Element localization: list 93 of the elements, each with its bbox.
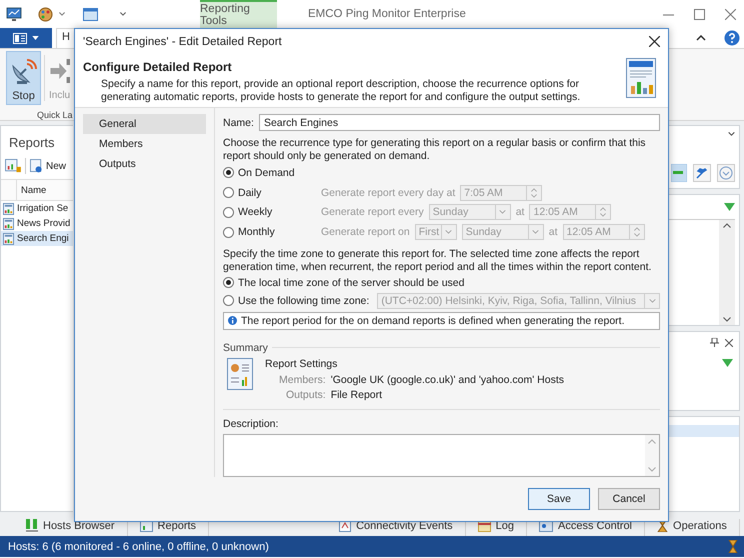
scrollbar[interactable] (719, 220, 735, 325)
close-icon[interactable] (725, 338, 733, 346)
field-label: Description: (223, 418, 280, 430)
report-icon (227, 358, 253, 390)
pin-icon[interactable] (693, 164, 711, 182)
info-text: The report period for the on demand reports is defined when generating the report. (241, 314, 624, 327)
dialog-title: 'Search Engines' - Edit Detailed Report (83, 36, 282, 48)
report-icon (3, 202, 14, 214)
ribbon-tab[interactable]: H (56, 28, 76, 48)
report-icon (3, 218, 14, 230)
radio-label[interactable]: Use the following time zone: (238, 294, 370, 307)
triangle-icon[interactable] (722, 359, 733, 367)
report-row[interactable]: Irrigation Se (1, 201, 73, 216)
close-icon[interactable] (649, 36, 660, 47)
summary-label: Members: (279, 374, 326, 386)
triangle-icon[interactable] (724, 203, 735, 211)
spin-up-icon[interactable] (600, 207, 606, 212)
pin-icon[interactable] (710, 338, 719, 347)
customize-caret-icon (120, 12, 126, 16)
field-label: Name: (223, 116, 254, 128)
scroll-up-icon[interactable] (723, 223, 731, 228)
summary-label: Outputs: (284, 388, 326, 401)
report-icon (626, 58, 656, 98)
ribbon-button[interactable]: Stop (6, 51, 41, 105)
dropdown-caret-icon[interactable] (648, 298, 656, 303)
dropdown-caret-icon (59, 12, 65, 16)
field-label: Generate report on (321, 226, 410, 238)
toolbar-icon[interactable] (671, 164, 687, 182)
maximize-icon[interactable] (694, 8, 705, 20)
field-label: at (548, 226, 558, 238)
spin-down-icon[interactable] (634, 233, 640, 238)
spin-down-icon[interactable] (600, 213, 606, 218)
help-icon[interactable] (724, 30, 740, 46)
field-label: Generate report every day at (321, 186, 456, 199)
nav-item[interactable]: General (83, 114, 206, 134)
radio-button[interactable] (223, 226, 234, 238)
name-field[interactable]: Search Engines (258, 114, 660, 131)
section-title: Summary (223, 342, 268, 354)
recurrence-text: Choose the recurrence type for generating this report on a regular basis or confirm that this report should only be generated on demand. (223, 137, 647, 163)
radio-label[interactable]: Monthly (238, 226, 275, 238)
dropdown-caret-icon (32, 36, 39, 40)
toolbar-button-label[interactable]: New (46, 160, 66, 172)
window-icon[interactable] (83, 8, 98, 20)
panel-menu-icon (728, 132, 735, 136)
context-tab[interactable]: Reporting Tools (200, 0, 277, 28)
dropdown-caret-icon[interactable] (499, 210, 506, 214)
dialog-button[interactable]: Save (528, 488, 590, 510)
radio-label[interactable]: On Demand (238, 166, 295, 179)
scroll-down-icon[interactable] (723, 317, 731, 322)
summary-value: 'Google UK (google.co.uk)' and 'yahoo.com' Hosts (330, 374, 564, 386)
dialog-button[interactable]: Cancel (598, 488, 660, 510)
generate-report-icon[interactable] (5, 159, 21, 173)
status-text: Hosts: 6 (6 monitored - 6 online, 0 offline, 0 unknown) (8, 540, 269, 552)
new-report-icon[interactable] (30, 159, 42, 173)
info-icon (228, 316, 237, 326)
arrow-icon (49, 56, 70, 86)
hourglass-icon (728, 540, 738, 553)
window-title: EMCO Ping Monitor Enterprise (307, 7, 467, 22)
radio-button[interactable] (223, 295, 234, 306)
timezone-text: Specify the time zone to generate this report for. The selected time zone affects the report generation time, when recurrent, the report period and all the times within the report content. (223, 248, 652, 274)
column-header: Name (20, 184, 46, 196)
dropdown-caret-icon[interactable] (445, 230, 452, 234)
field-label: at (516, 206, 524, 218)
spin-down-icon[interactable] (531, 194, 538, 198)
spin-up-icon[interactable] (531, 188, 538, 192)
nav-item[interactable]: Members (83, 134, 206, 154)
dropdown-caret-icon[interactable] (532, 230, 540, 234)
radio-label[interactable]: The local time zone of the server should be used (238, 276, 464, 289)
dialog-heading: Configure Detailed Report (83, 60, 233, 74)
radio-button[interactable] (223, 206, 234, 218)
nav-item[interactable]: Outputs (83, 154, 206, 174)
dialog-description: Specify a name for this report, provide an optional report description, choose the recurrence options for generating automatic reports, provide hosts to generate the report for and configure the output settings. (101, 78, 582, 104)
collapse-ribbon-icon[interactable] (696, 35, 706, 41)
summary-value: File Report (330, 388, 384, 401)
report-icon (3, 232, 14, 244)
chevron-down-icon[interactable] (717, 164, 735, 182)
report-row[interactable]: Search Engi (1, 231, 73, 246)
spin-up-icon[interactable] (634, 227, 640, 232)
field-label: Generate report every (321, 206, 424, 218)
palette-icon[interactable] (38, 6, 53, 22)
hosts-icon (26, 519, 38, 532)
radio-label[interactable]: Daily (238, 186, 262, 199)
ribbon-group-label: Quick La (36, 109, 73, 120)
radio-label[interactable]: Weekly (238, 206, 272, 218)
radio-button[interactable] (223, 277, 234, 288)
monitor-icon[interactable] (6, 6, 22, 22)
layout-icon (13, 32, 27, 44)
report-row[interactable]: News Provid (1, 216, 73, 231)
radio-button[interactable] (223, 167, 234, 178)
panel-title: Reports (9, 135, 55, 150)
application-menu-button[interactable] (0, 28, 52, 48)
radio-button[interactable] (223, 187, 234, 198)
summary-heading: Report Settings (265, 358, 338, 370)
